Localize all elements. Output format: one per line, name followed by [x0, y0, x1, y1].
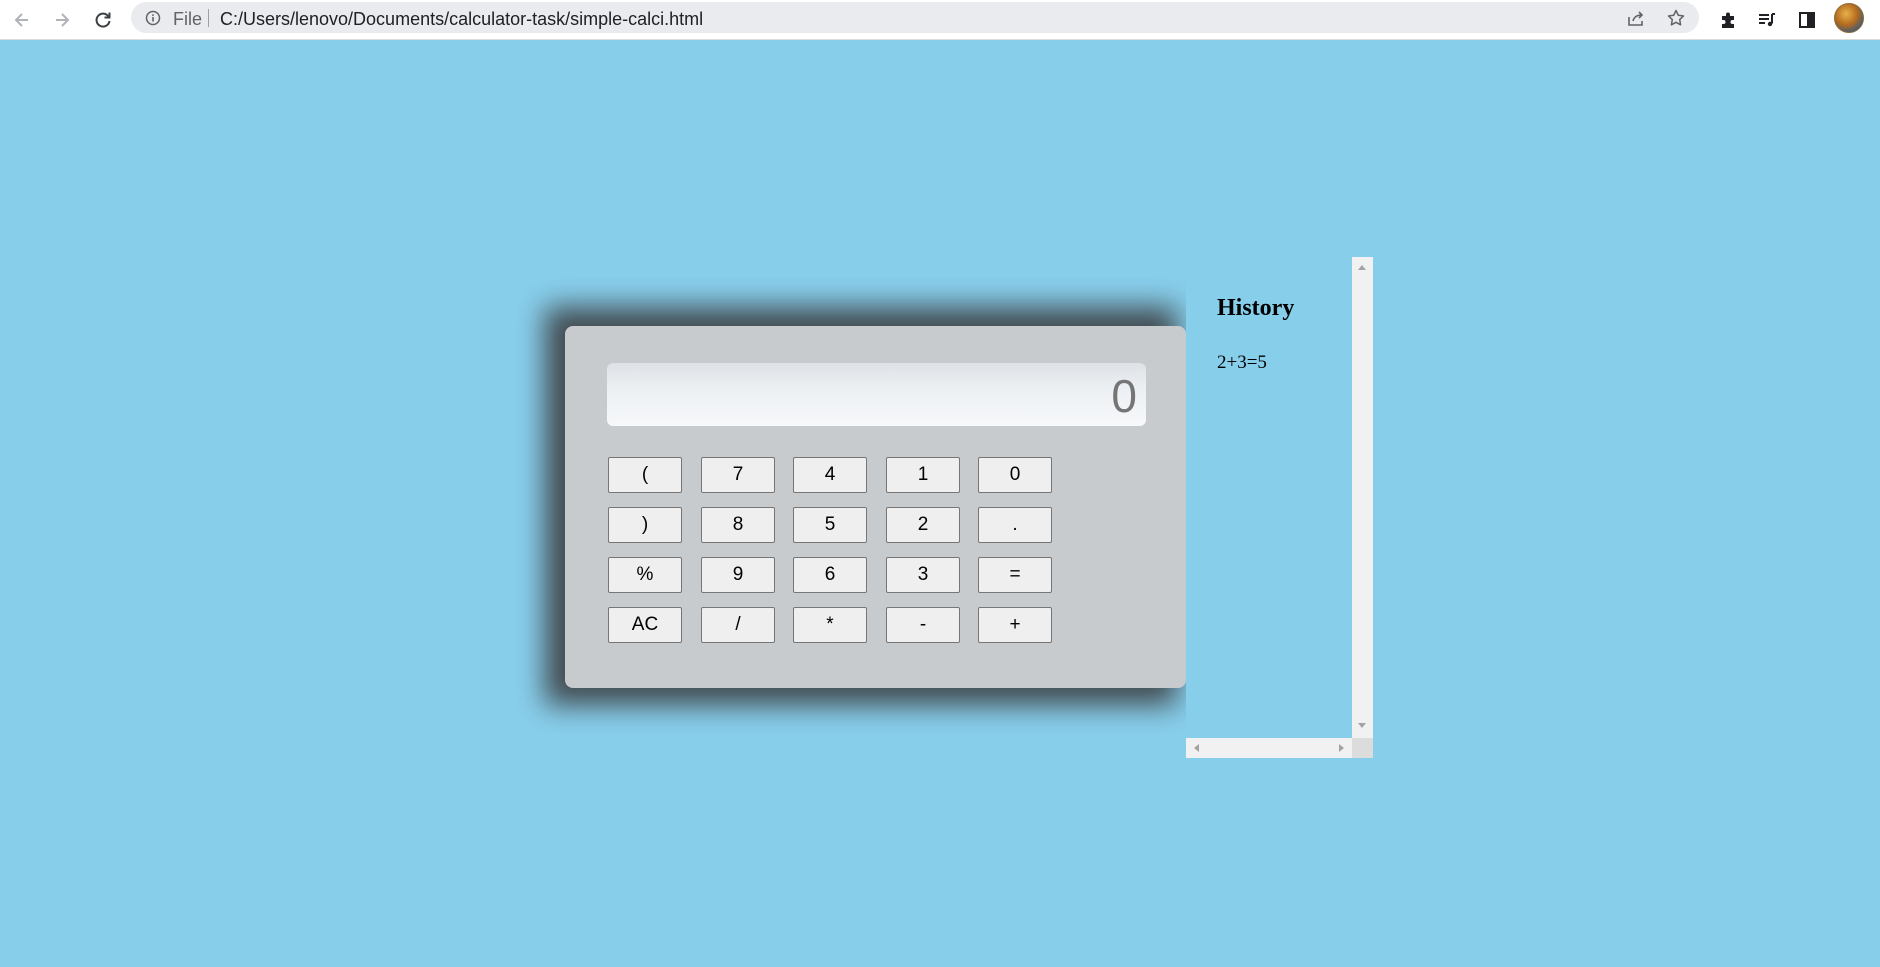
scroll-right-arrow-icon[interactable] [1339, 744, 1344, 752]
key-clear[interactable]: AC [608, 607, 682, 643]
key-add[interactable]: + [978, 607, 1052, 643]
key-3[interactable]: 3 [886, 557, 960, 593]
calculator-display: 0 [607, 363, 1146, 426]
share-icon[interactable] [1623, 6, 1649, 30]
key-0[interactable]: 0 [978, 457, 1052, 493]
key-8[interactable]: 8 [701, 507, 775, 543]
back-arrow-icon[interactable] [7, 5, 37, 35]
display-value: 0 [1111, 370, 1137, 422]
key-9[interactable]: 9 [701, 557, 775, 593]
browser-toolbar: File C:/Users/lenovo/Documents/calculato… [0, 0, 1880, 40]
calculator-body: 0 (7 4 1 0) 8 5 2.% 9 6 3 = AC / * - + [565, 326, 1186, 688]
bookmark-star-icon[interactable] [1663, 6, 1689, 30]
key-divide[interactable]: / [701, 607, 775, 643]
key-decimal[interactable]: . [978, 507, 1052, 543]
omnibox-divider [208, 9, 209, 27]
key-6[interactable]: 6 [793, 557, 867, 593]
key-equals[interactable]: = [978, 557, 1052, 593]
key-5[interactable]: 5 [793, 507, 867, 543]
scroll-up-arrow-icon[interactable] [1358, 265, 1366, 270]
media-playlist-icon[interactable] [1752, 5, 1782, 35]
key-percent[interactable]: % [608, 557, 682, 593]
key-7[interactable]: 7 [701, 457, 775, 493]
key-open-paren[interactable]: ( [608, 457, 682, 493]
address-bar[interactable]: File C:/Users/lenovo/Documents/calculato… [131, 2, 1699, 33]
history-entry: 2+3=5 [1217, 352, 1267, 373]
horizontal-scrollbar[interactable] [1186, 738, 1352, 758]
history-panel: History 2+3=5 [1186, 257, 1373, 758]
forward-arrow-icon[interactable] [47, 5, 77, 35]
key-2[interactable]: 2 [886, 507, 960, 543]
profile-avatar[interactable] [1834, 3, 1864, 33]
key-close-paren[interactable]: ) [608, 507, 682, 543]
key-4[interactable]: 4 [793, 457, 867, 493]
extensions-puzzle-icon[interactable] [1713, 5, 1743, 35]
url-text[interactable]: C:/Users/lenovo/Documents/calculator-tas… [220, 9, 703, 30]
scroll-left-arrow-icon[interactable] [1194, 744, 1199, 752]
scrollbar-corner [1352, 738, 1373, 758]
key-multiply[interactable]: * [793, 607, 867, 643]
scroll-down-arrow-icon[interactable] [1358, 723, 1366, 728]
key-1[interactable]: 1 [886, 457, 960, 493]
info-icon[interactable] [143, 8, 163, 28]
history-title: History [1217, 295, 1295, 321]
file-scheme-label: File [173, 9, 203, 29]
vertical-scrollbar[interactable] [1352, 257, 1373, 738]
key-subtract[interactable]: - [886, 607, 960, 643]
reload-icon[interactable] [88, 5, 118, 35]
side-panel-icon[interactable] [1792, 5, 1822, 35]
